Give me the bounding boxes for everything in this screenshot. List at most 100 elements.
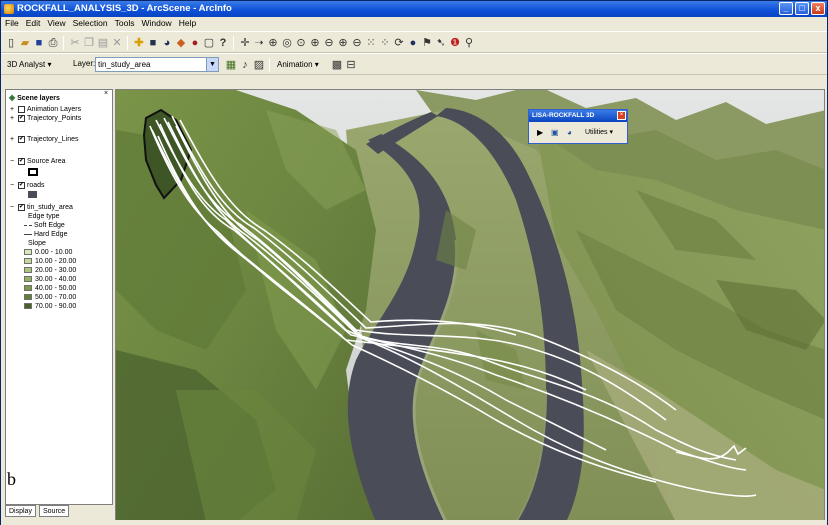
menu-tools[interactable]: Tools	[111, 17, 138, 28]
menu-help[interactable]: Help	[175, 17, 199, 28]
collapse-icon[interactable]: −	[10, 158, 17, 165]
floating-toolbar-title: LISA-ROCKFALL 3D	[529, 110, 627, 122]
run-icon[interactable]: ▶	[537, 126, 543, 140]
info-icon[interactable]: ❶	[449, 37, 461, 49]
layer-checkbox[interactable]: ✔	[18, 157, 25, 165]
steepest-path-icon[interactable]: ♪	[239, 59, 251, 71]
tab-display[interactable]: Display	[5, 505, 36, 517]
save-icon[interactable]: ■	[33, 37, 45, 49]
layer-checkbox[interactable]: ✔	[18, 114, 25, 122]
floating-toolbar-close-button[interactable]: ×	[617, 111, 626, 120]
table-icon[interactable]: ▣	[551, 126, 559, 140]
zoom-extent-icon[interactable]: ⊖	[351, 37, 363, 49]
open-folder-icon[interactable]: ▰	[19, 37, 31, 49]
layer-name: tin_study_area	[27, 204, 73, 211]
road-symbol-icon	[28, 191, 37, 198]
layer-name: Trajectory_Points	[27, 115, 82, 122]
toc-close-icon[interactable]: ×	[104, 90, 108, 97]
tab-source[interactable]: Source	[39, 505, 70, 517]
window-title: ROCKFALL_ANALYSIS_3D - ArcScene - ArcInf…	[17, 3, 232, 14]
identify-icon[interactable]: ⚑	[421, 37, 433, 49]
zoom-to-target-icon[interactable]: ◎	[281, 37, 293, 49]
globe-icon[interactable]: ◕	[567, 126, 572, 140]
layer-row-roads[interactable]: − ✔ roads	[10, 181, 45, 190]
zoom-out-icon[interactable]: ⊖	[323, 37, 335, 49]
layer-row-animation[interactable]: + Animation Layers	[10, 105, 81, 114]
layer-row-trajectory-points[interactable]: + ✔ Trajectory_Points	[10, 114, 81, 123]
layer-row-trajectory-lines[interactable]: + ✔ Trajectory_Lines	[10, 135, 79, 144]
legend-label: Hard Edge	[34, 231, 68, 238]
standard-toolbar: ▯ ▰ ■ ⎙ ✂ ❐ ▤ ✕ ✚ ■ ◕ ◆ ● ▢ ? ✛ ➝ ⊕ ◎ ⊙ …	[1, 31, 827, 53]
layer-checkbox[interactable]: ✔	[18, 203, 25, 211]
add-data-icon[interactable]: ✚	[133, 37, 145, 49]
catalog-icon[interactable]: ■	[147, 37, 159, 49]
minimize-button[interactable]: _	[779, 2, 793, 15]
menu-window[interactable]: Window	[137, 17, 174, 28]
model-builder-icon[interactable]: ◆	[175, 37, 187, 49]
menu-bar: File Edit View Selection Tools Window Help	[1, 17, 827, 31]
find-icon[interactable]: ⚲	[463, 37, 475, 49]
paste-icon[interactable]: ▤	[97, 37, 109, 49]
legend-class: 40.00 - 50.00	[24, 284, 76, 293]
animation-menu[interactable]: Animation ▾	[277, 58, 319, 72]
clear-selection-icon[interactable]: ⟳	[393, 37, 405, 49]
layer-dropdown[interactable]: tin_study_area ▼	[95, 57, 219, 72]
panel-letter: b	[7, 469, 16, 489]
toolbox-icon[interactable]: ◕	[161, 37, 173, 49]
menu-view[interactable]: View	[43, 17, 68, 28]
menu-file[interactable]: File	[1, 17, 22, 28]
globe-icon[interactable]: ●	[407, 37, 419, 49]
3d-analyst-menu[interactable]: 3D Analyst ▾	[7, 58, 51, 72]
layer-row-tin[interactable]: − ✔ tin_study_area	[10, 203, 73, 212]
collapse-icon[interactable]: −	[10, 182, 17, 189]
chevron-down-icon[interactable]: ▼	[206, 58, 218, 71]
select-elements-icon[interactable]: ➷	[435, 37, 447, 49]
new-document-icon[interactable]: ▯	[5, 37, 17, 49]
capture-view-icon[interactable]: ⊟	[345, 59, 357, 71]
delete-icon[interactable]: ✕	[111, 37, 123, 49]
legend-label: Soft Edge	[34, 222, 65, 229]
menu-edit[interactable]: Edit	[22, 17, 44, 28]
window-icon[interactable]: ▢	[203, 37, 215, 49]
print-icon[interactable]: ⎙	[47, 37, 59, 49]
full-extent-icon[interactable]: ⁙	[365, 37, 377, 49]
legend-edge-type: Edge type	[28, 213, 60, 220]
status-bar	[1, 520, 827, 525]
scene-layers-header: ◈ Scene layers	[9, 93, 60, 103]
collapse-icon[interactable]: −	[10, 204, 17, 211]
python-icon[interactable]: ●	[189, 37, 201, 49]
layer-name: Source Area	[27, 158, 66, 165]
layer-checkbox[interactable]: ✔	[18, 135, 25, 143]
pan-icon[interactable]: ⊕	[337, 37, 349, 49]
expand-icon[interactable]: +	[10, 106, 17, 113]
layer-checkbox[interactable]: ✔	[18, 181, 25, 189]
layer-name: Animation Layers	[27, 106, 82, 113]
legend-class: 70.00 - 90.00	[24, 302, 76, 311]
set-observer-icon[interactable]: ⊙	[295, 37, 307, 49]
table-of-contents: ◈ Scene layers + Animation Layers + ✔ Traje…	[5, 89, 113, 505]
utilities-menu[interactable]: Utilities ▾	[585, 126, 613, 139]
cut-icon[interactable]: ✂	[69, 37, 81, 49]
layer-checkbox[interactable]	[18, 105, 25, 113]
profile-graph-icon[interactable]: ▨	[253, 59, 265, 71]
layer-row-source-area[interactable]: − ✔ Source Area	[10, 157, 66, 166]
scene-view[interactable]	[115, 89, 825, 521]
target-icon[interactable]: ⊕	[267, 37, 279, 49]
layer-dropdown-value: tin_study_area	[98, 60, 151, 69]
legend-hard-edge: Hard Edge	[24, 230, 67, 239]
menu-selection[interactable]: Selection	[69, 17, 111, 28]
create-contours-icon[interactable]: ▦	[225, 59, 237, 71]
expand-icon[interactable]: +	[10, 136, 17, 143]
fly-icon[interactable]: ➝	[253, 37, 265, 49]
copy-icon[interactable]: ❐	[83, 37, 95, 49]
maximize-button[interactable]: □	[795, 2, 809, 15]
select-features-icon[interactable]: ⁘	[379, 37, 391, 49]
close-button[interactable]: x	[811, 2, 825, 15]
zoom-in-icon[interactable]: ⊕	[309, 37, 321, 49]
animation-controls-icon[interactable]: ▩	[331, 59, 343, 71]
terrain-scene	[116, 90, 824, 520]
navigate-icon[interactable]: ✛	[239, 37, 251, 49]
expand-icon[interactable]: +	[10, 115, 17, 122]
whats-this-icon[interactable]: ?	[217, 37, 229, 49]
legend-class: 0.00 - 10.00	[24, 248, 72, 257]
